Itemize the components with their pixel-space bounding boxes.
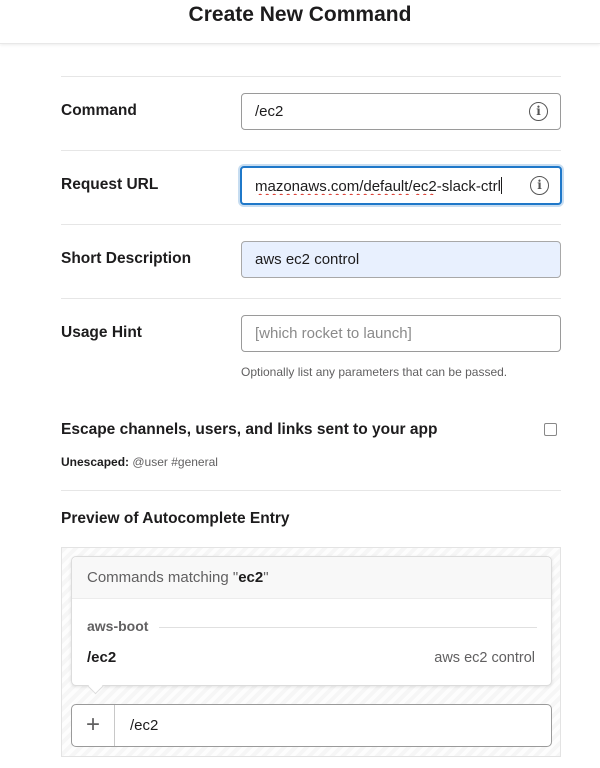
page-header: Create New Command xyxy=(0,0,600,44)
unescaped-note-label: Unescaped: xyxy=(61,455,130,469)
preview-title: Preview of Autocomplete Entry xyxy=(61,510,290,527)
text-caret xyxy=(500,177,502,194)
unescaped-note: Unescaped: @user #general xyxy=(61,455,218,469)
usage-hint-input[interactable]: [which rocket to launch] xyxy=(241,315,561,352)
autocomplete-header: Commands matching "ec2" xyxy=(72,557,551,599)
divider xyxy=(61,298,561,299)
autocomplete-app-name: aws-boot xyxy=(87,618,149,634)
short-description-value: aws ec2 control xyxy=(255,251,360,268)
info-icon[interactable]: i xyxy=(530,176,549,195)
autocomplete-header-text: Commands matching "ec2" xyxy=(87,569,269,586)
short-description-input[interactable]: aws ec2 control xyxy=(241,241,561,278)
escape-label: Escape channels, users, and links sent t… xyxy=(61,421,438,438)
matching-term: ec2 xyxy=(238,569,264,586)
divider xyxy=(61,150,561,151)
divider xyxy=(159,627,537,628)
divider xyxy=(61,76,561,77)
autocomplete-card: Commands matching "ec2" aws-boot /ec2 aw… xyxy=(71,556,552,695)
request-url-value-prefix: mazonaws.com/default/ xyxy=(255,178,413,195)
autocomplete-command[interactable]: /ec2 xyxy=(87,649,116,666)
usage-hint-help: Optionally list any parameters that can … xyxy=(241,365,508,379)
short-description-label: Short Description xyxy=(61,250,192,267)
command-input[interactable]: /ec2 i xyxy=(241,93,561,130)
usage-hint-placeholder: [which rocket to launch] xyxy=(255,325,412,342)
matching-suffix: " xyxy=(263,569,269,586)
command-label: Command xyxy=(61,102,137,119)
divider xyxy=(61,224,561,225)
message-input[interactable]: + /ec2 xyxy=(71,704,552,747)
request-url-value-word: ec2 xyxy=(412,178,437,195)
request-url-value-suffix: -slack-ctrl xyxy=(436,178,501,195)
escape-checkbox[interactable] xyxy=(544,423,557,436)
unescaped-note-value: @user #general xyxy=(132,455,218,469)
command-value: /ec2 xyxy=(255,103,284,120)
request-url-label: Request URL xyxy=(61,176,159,193)
plus-icon[interactable]: + xyxy=(72,705,115,746)
divider xyxy=(61,490,561,491)
message-text: /ec2 xyxy=(130,717,159,734)
usage-hint-label: Usage Hint xyxy=(61,324,142,341)
info-icon[interactable]: i xyxy=(529,102,548,121)
autocomplete-description: aws ec2 control xyxy=(434,650,535,666)
request-url-input[interactable]: mazonaws.com/default/ec2-slack-ctrl i xyxy=(240,166,562,205)
matching-prefix: Commands matching " xyxy=(87,569,239,586)
request-url-value: mazonaws.com/default/ec2-slack-ctrl xyxy=(255,177,502,195)
page-title: Create New Command xyxy=(188,3,412,26)
